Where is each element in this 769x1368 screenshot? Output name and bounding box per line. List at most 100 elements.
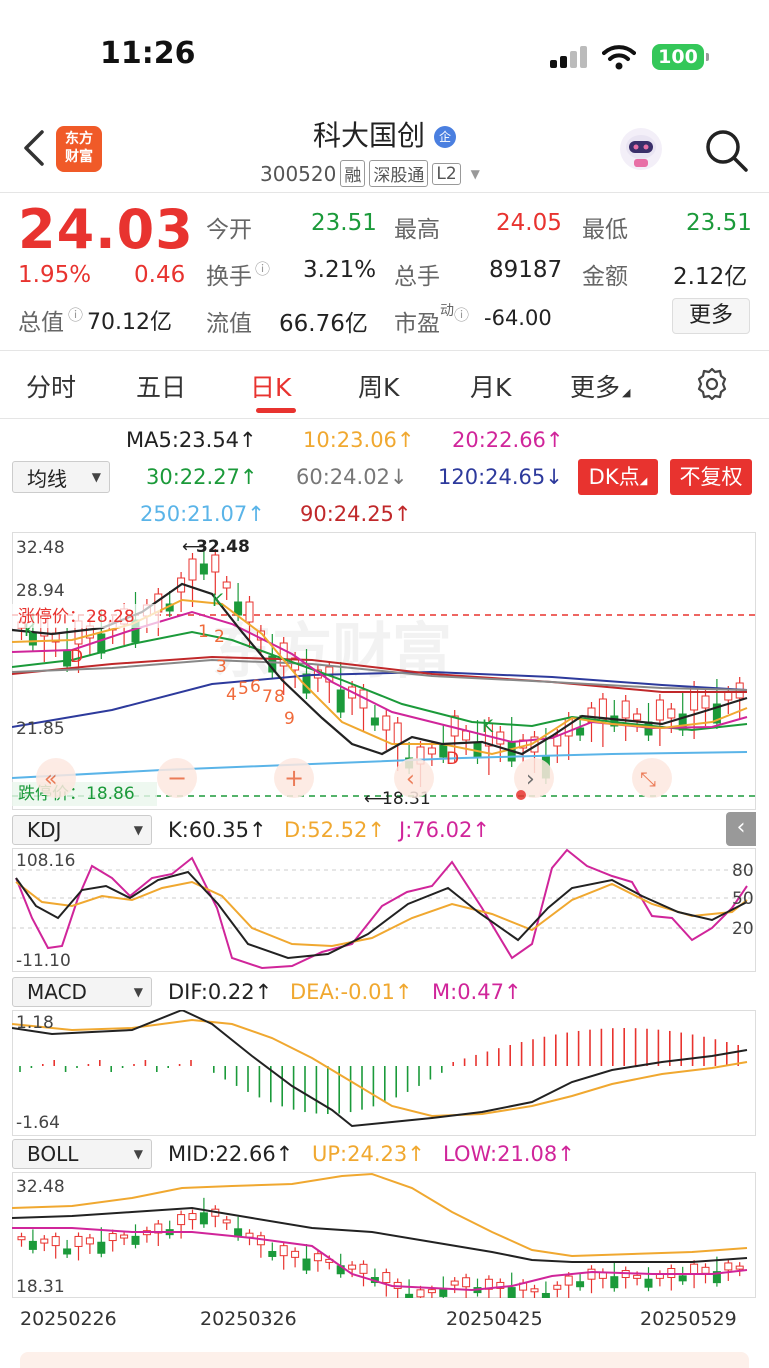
- tab-five-day[interactable]: 五日: [136, 368, 186, 404]
- boll-candle: [553, 1284, 562, 1290]
- boll-candle: [530, 1288, 539, 1293]
- margin-tag: 融: [340, 160, 366, 187]
- boll-candle: [268, 1250, 277, 1257]
- boll-candle: [359, 1263, 368, 1274]
- candle: [427, 747, 436, 755]
- candle: [701, 695, 710, 709]
- boll-candle: [416, 1289, 425, 1298]
- low-label: 最低: [582, 217, 628, 243]
- candle: [576, 727, 585, 736]
- chevron-down-icon: ▼: [470, 166, 480, 181]
- kdj-level-50: 50: [732, 889, 754, 909]
- max-price-label: 32.48: [196, 537, 250, 557]
- boll-candle: [51, 1236, 60, 1247]
- y-axis-3: 21.85: [16, 719, 65, 739]
- boll-candle: [427, 1289, 436, 1294]
- divider: [0, 192, 769, 193]
- change-amount: 0.46: [134, 262, 186, 288]
- boll-candle: [701, 1266, 710, 1274]
- mktcap-row: 总值 ⓘ 70.12亿: [18, 305, 172, 337]
- signal-marker: D: [70, 647, 83, 667]
- candle: [199, 563, 208, 575]
- next-icon: ›: [526, 767, 535, 792]
- connect-tag: 深股通: [369, 160, 429, 187]
- pe-label: 市盈 动 ⓘ: [394, 303, 470, 337]
- signal-marker: 2: [214, 627, 225, 647]
- ma60-value: 60:24.02↓: [296, 465, 408, 489]
- stock-subtitle[interactable]: 300520 融 深股通 L2 ▼: [260, 160, 480, 187]
- kdj-j-value: J:76.02↑: [399, 818, 490, 842]
- signal-marker: D: [446, 749, 459, 769]
- boll-y-bottom: 18.31: [16, 1277, 65, 1297]
- date-label: 20250529: [640, 1308, 737, 1330]
- battery-indicator: 100: [652, 44, 709, 70]
- kline-chart[interactable]: 东方财富 KDK1 234 5 6 7 89DK 32.48 28.94 21.85 涨停…: [12, 532, 756, 810]
- volume-value: 89187: [489, 257, 563, 283]
- candle: [222, 581, 231, 589]
- boll-candle: [302, 1258, 311, 1271]
- signal-marker: 1: [198, 622, 209, 642]
- boll-candle: [678, 1275, 687, 1282]
- signal-marker: 6: [250, 677, 261, 697]
- boll-up-value: UP:24.23↑: [312, 1142, 425, 1166]
- bottom-bar: [20, 1352, 749, 1368]
- search-icon[interactable]: [702, 126, 750, 174]
- kdj-select[interactable]: KDJ ▼: [12, 815, 152, 845]
- y-axis-2: 28.94: [16, 581, 65, 601]
- signal-marker: 8: [274, 687, 285, 707]
- boll-y-top: 32.48: [16, 1177, 65, 1197]
- boll-candle: [63, 1248, 72, 1255]
- boll-candle: [735, 1265, 744, 1270]
- stock-code: 300520: [260, 161, 337, 186]
- rewind-icon: «: [44, 767, 57, 792]
- gear-icon[interactable]: [694, 366, 730, 402]
- tab-daily-k[interactable]: 日K: [250, 368, 291, 404]
- signal-icon: [550, 46, 587, 68]
- ma-select[interactable]: 均线 ▼: [12, 461, 110, 493]
- tab-weekly-k[interactable]: 周K: [358, 368, 399, 404]
- amount-label: 金额: [582, 264, 628, 290]
- boll-candle: [291, 1250, 300, 1258]
- candle: [655, 699, 664, 721]
- tab-more[interactable]: 更多 ◢: [570, 368, 630, 404]
- candle: [188, 558, 197, 581]
- macd-dea-value: DEA:-0.01↑: [290, 980, 413, 1004]
- kdj-y-top: 108.16: [16, 851, 75, 871]
- volume-label: 总手: [394, 264, 440, 290]
- limit-down-label: 跌停价：18.86: [18, 784, 135, 804]
- amount-value: 2.12亿: [673, 264, 748, 290]
- macd-select[interactable]: MACD ▼: [12, 977, 152, 1007]
- kdj-chart[interactable]: 108.16 -11.10 80 50 20: [12, 848, 756, 972]
- boll-candle: [382, 1272, 391, 1284]
- active-tab-indicator: [256, 408, 296, 413]
- kdj-level-80: 80: [732, 861, 754, 881]
- high-value: 24.05: [496, 210, 562, 236]
- kdj-y-bottom: -11.10: [16, 951, 71, 971]
- assistant-robot-icon[interactable]: [618, 126, 664, 172]
- candle: [667, 708, 676, 719]
- macd-histogram: [19, 1028, 740, 1114]
- macd-chart[interactable]: 1.18 -1.64: [12, 1010, 756, 1136]
- no-adjust-button[interactable]: 不复权: [670, 459, 752, 495]
- open-label: 今开: [206, 217, 252, 243]
- turnover-label: 换手 ⓘ: [206, 259, 271, 291]
- kdj-j-line: [15, 848, 748, 970]
- high-label: 最高: [394, 217, 440, 243]
- candle: [370, 717, 379, 726]
- y-axis-top: 32.48: [16, 538, 65, 558]
- current-price: 24.03: [18, 198, 194, 261]
- ma5-value: MA5:23.54↑: [126, 428, 257, 452]
- boll-candle: [199, 1212, 208, 1225]
- collapse-panel-icon[interactable]: ‹: [726, 812, 756, 846]
- boll-candle: [97, 1241, 106, 1254]
- boll-chart[interactable]: 32.48 18.31: [12, 1172, 756, 1298]
- dk-point-button[interactable]: DK点◢: [578, 459, 658, 495]
- tab-timeshare[interactable]: 分时: [26, 368, 76, 404]
- candle: [245, 601, 254, 623]
- boll-candle: [564, 1275, 573, 1286]
- tab-monthly-k[interactable]: 月K: [470, 368, 511, 404]
- boll-select[interactable]: BOLL ▼: [12, 1139, 152, 1169]
- boll-candle: [279, 1245, 288, 1257]
- more-quote-button[interactable]: 更多: [672, 298, 750, 334]
- boll-candle: [222, 1219, 231, 1224]
